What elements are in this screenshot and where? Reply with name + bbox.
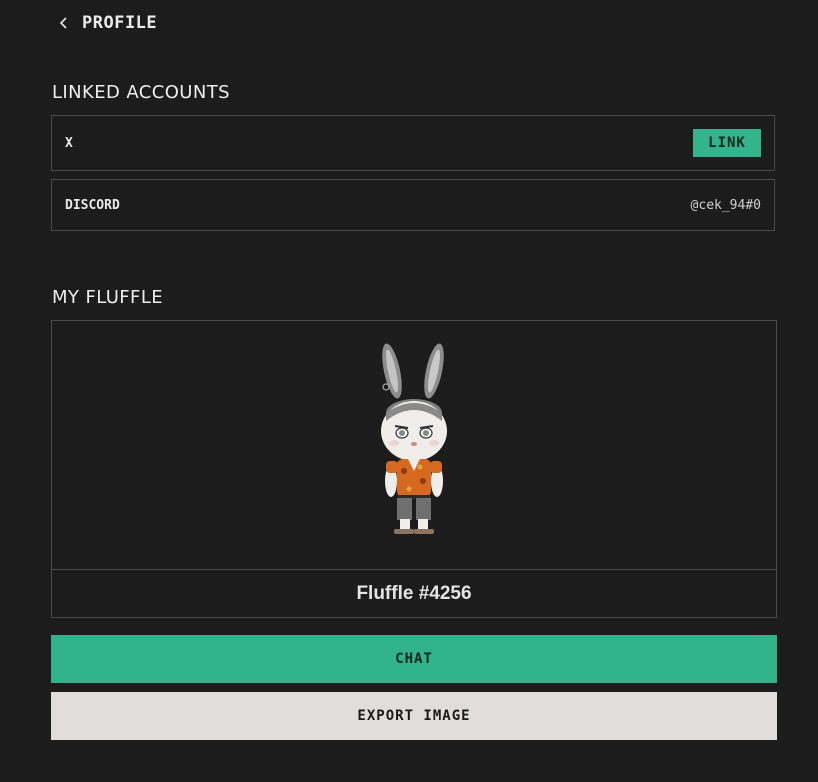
- export-image-button[interactable]: EXPORT IMAGE: [51, 692, 777, 740]
- chat-button[interactable]: CHAT: [51, 635, 777, 683]
- my-fluffle-title: MY FLUFFLE: [52, 287, 164, 308]
- chevron-left-icon[interactable]: [56, 15, 72, 31]
- linked-accounts-title: LINKED ACCOUNTS: [52, 82, 230, 103]
- account-row-discord: DISCORD @cek_94#0: [51, 179, 775, 231]
- discord-handle: @cek_94#0: [690, 197, 761, 213]
- account-row-x: X LINK: [51, 115, 775, 171]
- page-title: PROFILE: [82, 13, 158, 33]
- fluffle-card: Fluffle #4256: [51, 320, 777, 618]
- link-x-button[interactable]: LINK: [693, 129, 761, 157]
- fluffle-image-area: [52, 321, 776, 570]
- back-to-profile[interactable]: PROFILE: [56, 10, 157, 36]
- account-name-discord: DISCORD: [65, 197, 120, 213]
- bunny-character-image: [381, 343, 447, 534]
- fluffle-name: Fluffle #4256: [356, 582, 472, 604]
- account-name-x: X: [65, 135, 73, 151]
